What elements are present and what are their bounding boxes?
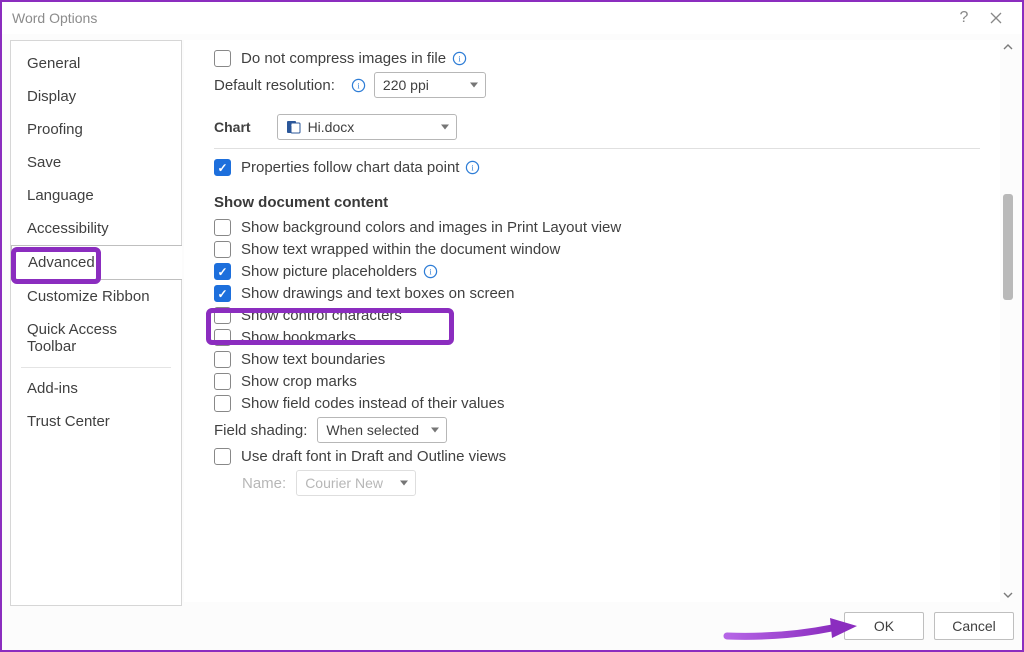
sidebar-item-advanced[interactable]: Advanced: [11, 245, 182, 280]
sidebar-separator: [21, 367, 171, 368]
checkbox-bookmarks[interactable]: [214, 329, 231, 346]
label-drawings: Show drawings and text boxes on screen: [241, 285, 515, 302]
label-chart: Chart: [214, 119, 251, 135]
label-draft-font: Use draft font in Draft and Outline view…: [241, 448, 506, 465]
row-fieldcodes: Show field codes instead of their values: [214, 395, 980, 412]
label-bounds: Show text boundaries: [241, 351, 385, 368]
label-fieldcodes: Show field codes instead of their values: [241, 395, 505, 412]
cancel-button[interactable]: Cancel: [934, 612, 1014, 640]
checkbox-bg[interactable]: [214, 219, 231, 236]
label-wrap: Show text wrapped within the document wi…: [241, 241, 560, 258]
row-bg: Show background colors and images in Pri…: [214, 219, 980, 236]
checkbox-drawings[interactable]: [214, 285, 231, 302]
vertical-scrollbar[interactable]: [1001, 40, 1015, 602]
window-title: Word Options: [12, 10, 948, 26]
info-icon[interactable]: i: [423, 264, 438, 279]
sidebar: General Display Proofing Save Language A…: [10, 40, 182, 606]
row-drawings: Show drawings and text boxes on screen: [214, 285, 980, 302]
row-draft-font: Use draft font in Draft and Outline view…: [214, 448, 980, 465]
label-chart-doc: Hi.docx: [308, 119, 355, 135]
svg-text:W: W: [291, 124, 299, 133]
scroll-track[interactable]: [1003, 56, 1013, 586]
row-placeholders: Show picture placeholders i: [214, 263, 980, 280]
svg-text:i: i: [357, 80, 360, 90]
title-bar: Word Options ?: [2, 2, 1022, 34]
select-field-shading[interactable]: When selected: [317, 417, 447, 443]
footer: OK Cancel: [2, 606, 1014, 646]
sidebar-item-general[interactable]: General: [11, 47, 181, 80]
sidebar-item-display[interactable]: Display: [11, 80, 181, 113]
info-icon[interactable]: i: [351, 78, 366, 93]
row-bounds: Show text boundaries: [214, 351, 980, 368]
chart-separator: [214, 148, 980, 149]
info-icon[interactable]: i: [452, 51, 467, 66]
row-compress: Do not compress images in file i: [214, 50, 980, 67]
row-crop: Show crop marks: [214, 373, 980, 390]
heading-show-document-content: Show document content: [214, 194, 980, 211]
select-chart-document[interactable]: W Hi.docx: [277, 114, 457, 140]
checkbox-bounds[interactable]: [214, 351, 231, 368]
content-panel: Do not compress images in file i Default…: [184, 40, 1000, 602]
label-field-shading: Field shading:: [214, 422, 307, 439]
label-ctrl: Show control characters: [241, 307, 402, 324]
label-default-resolution: Default resolution:: [214, 77, 335, 94]
select-draft-font-name: Courier New: [296, 470, 416, 496]
svg-text:i: i: [429, 266, 432, 276]
sidebar-item-save[interactable]: Save: [11, 146, 181, 179]
scroll-up-arrow-icon[interactable]: [1001, 40, 1015, 54]
help-button[interactable]: ?: [948, 6, 980, 30]
label-bookmarks: Show bookmarks: [241, 329, 356, 346]
sidebar-item-trust-center[interactable]: Trust Center: [11, 405, 181, 438]
row-draft-font-name: Name: Courier New: [242, 470, 980, 496]
label-compress: Do not compress images in file: [241, 50, 446, 67]
word-doc-icon: W: [286, 119, 302, 135]
checkbox-draft-font[interactable]: [214, 448, 231, 465]
scroll-thumb[interactable]: [1003, 194, 1013, 300]
svg-text:i: i: [458, 53, 461, 63]
row-chart: Chart W Hi.docx: [214, 114, 980, 140]
info-icon[interactable]: i: [465, 160, 480, 175]
svg-text:i: i: [472, 162, 475, 172]
checkbox-ctrl[interactable]: [214, 307, 231, 324]
label-draft-font-name: Name:: [242, 475, 286, 492]
label-placeholders: Show picture placeholders: [241, 263, 417, 280]
sidebar-item-customize-ribbon[interactable]: Customize Ribbon: [11, 280, 181, 313]
row-ctrl: Show control characters: [214, 307, 980, 324]
close-button[interactable]: [980, 6, 1012, 30]
select-default-resolution[interactable]: 220 ppi: [374, 72, 486, 98]
ok-button[interactable]: OK: [844, 612, 924, 640]
row-default-resolution: Default resolution: i 220 ppi: [214, 72, 980, 98]
sidebar-item-language[interactable]: Language: [11, 179, 181, 212]
sidebar-item-accessibility[interactable]: Accessibility: [11, 212, 181, 245]
checkbox-placeholders[interactable]: [214, 263, 231, 280]
sidebar-item-add-ins[interactable]: Add-ins: [11, 372, 181, 405]
label-props-follow: Properties follow chart data point: [241, 159, 459, 176]
checkbox-fieldcodes[interactable]: [214, 395, 231, 412]
sidebar-item-proofing[interactable]: Proofing: [11, 113, 181, 146]
label-crop: Show crop marks: [241, 373, 357, 390]
checkbox-compress[interactable]: [214, 50, 231, 67]
scroll-down-arrow-icon[interactable]: [1001, 588, 1015, 602]
checkbox-crop[interactable]: [214, 373, 231, 390]
row-field-shading: Field shading: When selected: [214, 417, 980, 443]
checkbox-wrap[interactable]: [214, 241, 231, 258]
label-bg: Show background colors and images in Pri…: [241, 219, 621, 236]
checkbox-props-follow[interactable]: [214, 159, 231, 176]
sidebar-item-qat[interactable]: Quick Access Toolbar: [11, 313, 181, 363]
row-props-follow: Properties follow chart data point i: [214, 159, 980, 176]
row-wrap: Show text wrapped within the document wi…: [214, 241, 980, 258]
row-bookmarks: Show bookmarks: [214, 329, 980, 346]
